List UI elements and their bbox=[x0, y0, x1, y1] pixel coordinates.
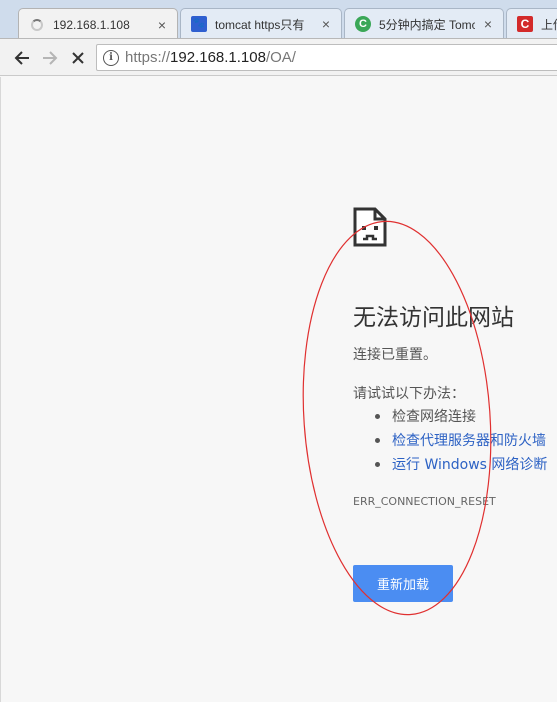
bullet-icon bbox=[375, 413, 380, 419]
tab-tomcat-5min[interactable]: C 5分钟内搞定 Tomc × bbox=[344, 8, 504, 38]
suggestion-windows-diagnostics[interactable]: 运行 Windows 网络诊断 bbox=[375, 454, 547, 474]
url-host: 192.168.1.108 bbox=[170, 49, 266, 66]
url-text: https://192.168.1.108/OA/ bbox=[125, 49, 296, 66]
suggestion-link[interactable]: 检查代理服务器和防火墙 bbox=[392, 430, 546, 450]
forward-button[interactable] bbox=[37, 45, 63, 71]
url-path: /OA/ bbox=[265, 49, 296, 66]
suggestion-link[interactable]: 运行 Windows 网络诊断 bbox=[392, 454, 547, 474]
back-button[interactable] bbox=[9, 45, 35, 71]
suggestion-check-proxy-firewall[interactable]: 检查代理服务器和防火墙 bbox=[375, 430, 546, 450]
close-icon[interactable]: × bbox=[481, 16, 495, 32]
try-suggestions-label: 请试试以下办法： bbox=[353, 386, 465, 402]
error-code: ERR_CONNECTION_RESET bbox=[353, 495, 496, 508]
forward-arrow-icon bbox=[43, 51, 58, 65]
error-heading: 无法访问此网站 bbox=[353, 305, 514, 331]
page-content bbox=[0, 77, 557, 702]
back-arrow-icon bbox=[14, 51, 29, 65]
red-c-icon: C bbox=[517, 16, 533, 32]
tab-strip: 192.168.1.108 × 🐾 tomcat https只有 × C 5分钟… bbox=[0, 0, 557, 39]
error-subtext: 连接已重置。 bbox=[353, 347, 437, 363]
bullet-icon bbox=[375, 437, 380, 443]
info-icon[interactable]: i bbox=[103, 49, 119, 66]
tab-title: 192.168.1.108 bbox=[53, 17, 130, 32]
url-scheme: https:// bbox=[125, 49, 171, 66]
suggestion-text: 检查网络连接 bbox=[392, 409, 476, 425]
tab-title: tomcat https只有 bbox=[215, 17, 305, 32]
close-icon[interactable]: × bbox=[319, 16, 333, 32]
stop-x-icon bbox=[72, 52, 84, 64]
tab-upload[interactable]: C 上传 bbox=[506, 8, 557, 38]
tab-tomcat-https[interactable]: 🐾 tomcat https只有 × bbox=[180, 8, 342, 38]
tab-current[interactable]: 192.168.1.108 × bbox=[18, 8, 178, 38]
suggestion-check-network: 检查网络连接 bbox=[375, 406, 476, 426]
bullet-icon bbox=[375, 461, 380, 467]
baidu-paw-icon: 🐾 bbox=[191, 16, 207, 32]
reload-button[interactable]: 重新加载 bbox=[353, 565, 453, 602]
close-icon[interactable]: × bbox=[155, 17, 169, 33]
address-bar[interactable]: i https://192.168.1.108/OA/ bbox=[96, 44, 557, 71]
tab-title: 5分钟内搞定 Tomc bbox=[379, 17, 475, 32]
browser-toolbar: i https://192.168.1.108/OA/ bbox=[0, 39, 557, 76]
stop-button[interactable] bbox=[65, 45, 91, 71]
green-c-icon: C bbox=[355, 16, 371, 32]
sad-document-icon bbox=[353, 207, 387, 252]
tab-title: 上传 bbox=[541, 17, 557, 32]
loading-spinner-icon bbox=[29, 17, 45, 33]
